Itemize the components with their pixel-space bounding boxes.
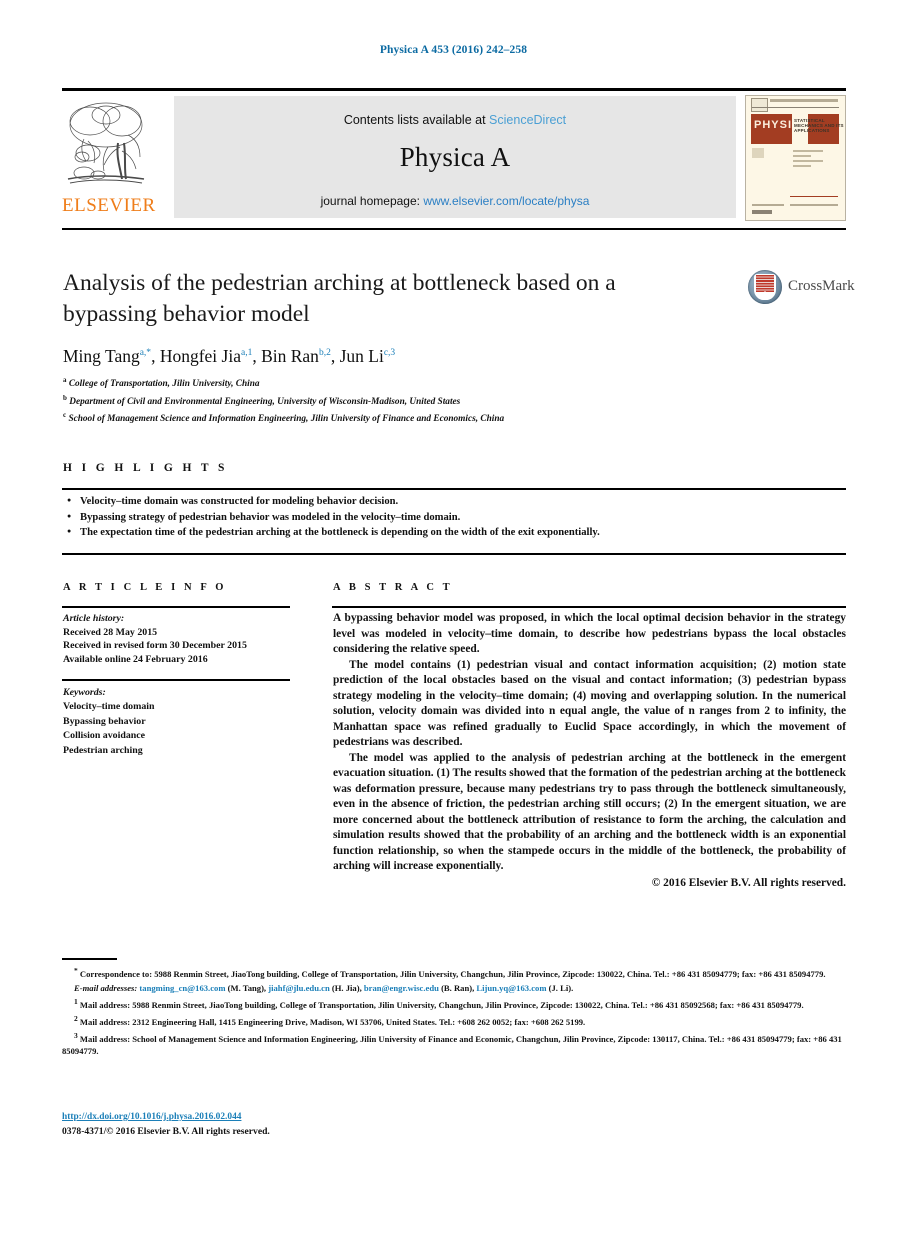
author-1: Ming Tanga,* bbox=[63, 346, 152, 366]
history-received: Received 28 May 2015 bbox=[63, 626, 158, 638]
email-owner-3: (B. Ran), bbox=[441, 983, 475, 994]
footnote-3: 3 Mail address: School of Management Sci… bbox=[62, 1031, 842, 1057]
running-head: Physica A 453 (2016) 242–258 bbox=[379, 44, 528, 56]
elsevier-tree-icon bbox=[64, 95, 148, 193]
footnote-rule bbox=[62, 958, 117, 961]
crossmark-stripes bbox=[756, 275, 774, 292]
affiliation-b: b Department of Civil and Environmental … bbox=[63, 393, 461, 407]
masthead-panel: Contents lists available at ScienceDirec… bbox=[174, 96, 736, 218]
cover-block bbox=[752, 148, 764, 158]
abstract-body: A bypassing behavior model was proposed,… bbox=[333, 611, 846, 891]
journal-title: Physica A bbox=[399, 142, 511, 172]
contents-prefix: Contents lists available at bbox=[343, 113, 486, 127]
author-list: Ming Tanga,*, Hongfei Jiaa,1, Bin Ranb,2… bbox=[63, 346, 396, 366]
page-title: Analysis of the pedestrian arching at bo… bbox=[63, 270, 616, 327]
issn-copyright: 0378-4371/© 2016 Elsevier B.V. All right… bbox=[62, 1126, 270, 1137]
author-2: Hongfei Jiaa,1 bbox=[159, 346, 253, 366]
highlights-heading: H I G H L I G H T S bbox=[63, 462, 228, 474]
article-info-rule-2 bbox=[62, 679, 290, 681]
list-item: The expectation time of the pedestrian a… bbox=[66, 524, 846, 541]
crossmark-label: CrossMark bbox=[788, 278, 855, 294]
highlights-top-rule bbox=[62, 488, 846, 491]
history-revised: Received in revised form 30 December 201… bbox=[63, 640, 247, 652]
footnote-emails: E-mail addresses: tangming_cn@163.com (M… bbox=[62, 982, 852, 994]
article-history-label: Article history: bbox=[63, 613, 125, 624]
cover-text-lines bbox=[793, 150, 823, 170]
journal-cover-thumbnail: PHYSICA STATISTICAL MECHANICS AND ITS AP… bbox=[745, 95, 846, 221]
abstract-paragraph: The model contains (1) pedestrian visual… bbox=[333, 658, 846, 749]
email-link-4[interactable]: Lijun.yq@163.com bbox=[476, 983, 546, 993]
abstract-heading: A B S T R A C T bbox=[333, 582, 453, 593]
email-link-1[interactable]: tangming_cn@163.com bbox=[139, 983, 225, 993]
elsevier-wordmark: ELSEVIER bbox=[62, 195, 156, 216]
email-label: E-mail addresses: bbox=[74, 983, 138, 994]
author-3-marks: b,2 bbox=[318, 348, 331, 359]
contents-line: Contents lists available at ScienceDirec… bbox=[174, 113, 736, 127]
list-item: Bypassing strategy of pedestrian behavio… bbox=[66, 509, 846, 526]
footnote-correspondence: * Correspondence to: 5988 Renmin Street,… bbox=[74, 966, 826, 979]
crossmark-notch bbox=[756, 291, 774, 300]
cover-bottom-rule bbox=[790, 196, 838, 197]
author-4-marks: c,3 bbox=[383, 348, 396, 359]
abstract-paragraph: A bypassing behavior model was proposed,… bbox=[333, 612, 846, 655]
author-3: Bin Ranb,2 bbox=[261, 346, 331, 366]
author-1-marks: a,* bbox=[139, 348, 152, 359]
article-info-rule-1 bbox=[62, 606, 290, 608]
keywords-block: Keywords: Velocity–time domain Bypassing… bbox=[63, 686, 293, 758]
cover-subtitle: STATISTICAL MECHANICS AND ITS APPLICATIO… bbox=[794, 118, 844, 133]
list-item: Velocity–time domain was constructed for… bbox=[66, 493, 846, 510]
crossmark-badge[interactable]: CrossMark bbox=[748, 270, 855, 308]
abstract-rule bbox=[332, 606, 846, 608]
cover-footer-line-2 bbox=[790, 204, 838, 206]
sciencedirect-link[interactable]: ScienceDirect bbox=[489, 113, 566, 127]
abstract-copyright: © 2016 Elsevier B.V. All rights reserved… bbox=[651, 876, 846, 889]
highlights-list: Velocity–time domain was constructed for… bbox=[66, 493, 846, 541]
email-owner-2: (H. Jia), bbox=[331, 983, 362, 994]
author-4: Jun Lic,3 bbox=[339, 346, 396, 366]
masthead-bottom-rule bbox=[62, 228, 846, 230]
doi-link[interactable]: http://dx.doi.org/10.1016/j.physa.2016.0… bbox=[62, 1112, 241, 1122]
email-owner-4: (J. Li). bbox=[548, 983, 574, 994]
article-history: Article history: Received 28 May 2015 Re… bbox=[63, 612, 293, 666]
cover-elsevier-mark bbox=[751, 98, 768, 112]
abstract-paragraph: The model was applied to the analysis of… bbox=[333, 751, 846, 873]
affiliation-a: a College of Transportation, Jilin Unive… bbox=[63, 376, 260, 390]
email-link-3[interactable]: bran@engr.wisc.edu bbox=[364, 983, 439, 993]
footnotes-block: * Correspondence to: 5988 Renmin Street,… bbox=[62, 965, 852, 1060]
masthead-top-rule bbox=[62, 88, 846, 91]
cover-headline-bar-2 bbox=[818, 99, 838, 102]
crossmark-icon bbox=[748, 270, 782, 304]
keywords-label: Keywords: bbox=[63, 687, 106, 698]
footnote-1: 1 Mail address: 5988 Renmin Street, Jiao… bbox=[74, 997, 804, 1011]
crossmark-book-glyph bbox=[754, 274, 776, 300]
affiliation-list: a College of Transportation, Jilin Unive… bbox=[63, 374, 843, 427]
email-link-2[interactable]: jiahf@jlu.edu.cn bbox=[268, 983, 329, 993]
journal-masthead: ELSEVIER Contents lists available at Sci… bbox=[62, 93, 846, 225]
footnote-2: 2 Mail address: 2312 Engineering Hall, 1… bbox=[74, 1014, 586, 1028]
keyword-item: Pedestrian arching bbox=[63, 744, 143, 756]
highlights-bottom-rule bbox=[62, 553, 846, 556]
asterisk-icon: * bbox=[74, 966, 78, 975]
keyword-item: Bypassing behavior bbox=[63, 715, 146, 727]
homepage-line: journal homepage: www.elsevier.com/locat… bbox=[174, 194, 736, 208]
paper-page: Physica A 453 (2016) 242–258 ELSEVIER Co… bbox=[0, 0, 907, 1238]
cover-footer-block bbox=[752, 210, 772, 214]
affiliation-c: c School of Management Science and Infor… bbox=[63, 411, 505, 425]
elsevier-logo: ELSEVIER bbox=[62, 93, 156, 221]
article-info-heading: A R T I C L E I N F O bbox=[63, 582, 227, 593]
cover-top-rule bbox=[752, 107, 839, 108]
cover-footer-line bbox=[752, 204, 784, 206]
history-online: Available online 24 February 2016 bbox=[63, 653, 208, 665]
keyword-item: Velocity–time domain bbox=[63, 701, 155, 713]
journal-homepage-link[interactable]: www.elsevier.com/locate/physa bbox=[423, 194, 589, 208]
keyword-item: Collision avoidance bbox=[63, 730, 146, 742]
homepage-prefix: journal homepage: bbox=[320, 194, 420, 208]
author-2-marks: a,1 bbox=[240, 348, 253, 359]
email-owner-1: (M. Tang), bbox=[227, 983, 267, 994]
